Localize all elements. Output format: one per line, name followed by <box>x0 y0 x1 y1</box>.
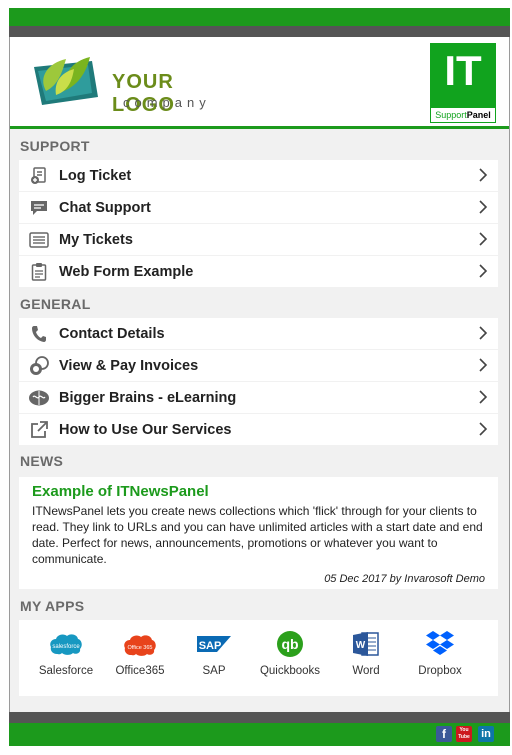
app-label: Salesforce <box>38 665 94 677</box>
external-link-icon <box>19 414 59 445</box>
menu-item-chat-support[interactable]: Chat Support <box>19 192 498 223</box>
svg-text:qb: qb <box>281 636 298 652</box>
quickbooks-icon: qb <box>273 630 307 658</box>
clipboard-icon <box>19 256 59 287</box>
news-meta: 05 Dec 2017 by Invarosoft Demo <box>324 573 485 585</box>
menu-item-label: View & Pay Invoices <box>59 357 199 374</box>
menu-item-how-to-use-services[interactable]: How to Use Our Services <box>19 414 498 445</box>
bottom-grey-bar <box>9 712 510 723</box>
logo-subtitle: company <box>123 95 211 110</box>
app-frame: YOUR LOGO company IT SupportPanel SUPPOR… <box>9 37 510 712</box>
facebook-glyph: f <box>442 727 446 741</box>
support-menu: Log Ticket Chat Support My Tickets Web F… <box>19 160 498 288</box>
svg-text:W: W <box>356 640 366 651</box>
menu-item-label: Bigger Brains - eLearning <box>59 389 237 406</box>
list-icon <box>19 224 59 255</box>
svg-text:Office 365: Office 365 <box>128 645 153 651</box>
menu-item-my-tickets[interactable]: My Tickets <box>19 224 498 255</box>
office365-icon: Office 365 <box>123 630 157 658</box>
chevron-right-icon <box>479 422 488 436</box>
app-dropbox[interactable]: Dropbox <box>405 630 475 677</box>
ticket-add-icon <box>19 160 59 191</box>
app-word[interactable]: W Word <box>331 630 401 677</box>
menu-item-web-form-example[interactable]: Web Form Example <box>19 256 498 287</box>
news-title[interactable]: Example of ITNewsPanel <box>32 483 485 500</box>
section-title-support: SUPPORT <box>20 138 90 154</box>
facebook-icon[interactable]: f <box>436 726 452 742</box>
section-title-my-apps: MY APPS <box>20 598 85 614</box>
news-card[interactable]: Example of ITNewsPanel ITNewsPanel lets … <box>19 477 498 589</box>
section-title-general: GENERAL <box>20 296 91 312</box>
chevron-right-icon <box>479 326 488 340</box>
menu-item-label: Contact Details <box>59 325 165 342</box>
app-office365[interactable]: Office 365 Office365 <box>105 630 175 677</box>
linkedin-glyph: in <box>481 728 491 740</box>
phone-icon <box>19 318 59 349</box>
chevron-right-icon <box>479 232 488 246</box>
app-label: Quickbooks <box>259 665 321 677</box>
footer-bar: f You Tube in <box>9 723 510 746</box>
youtube-glyph: You Tube <box>458 727 470 740</box>
app-label: Word <box>352 665 380 677</box>
badge-title: IT <box>444 47 482 94</box>
chevron-right-icon <box>479 200 488 214</box>
menu-item-label: How to Use Our Services <box>59 421 232 438</box>
youtube-icon[interactable]: You Tube <box>456 726 472 742</box>
chevron-right-icon <box>479 168 488 182</box>
top-green-bar <box>9 8 510 26</box>
svg-text:SAP: SAP <box>199 640 222 652</box>
menu-item-bigger-brains[interactable]: Bigger Brains - eLearning <box>19 382 498 413</box>
app-label: Office365 <box>115 665 165 677</box>
sap-icon: SAP <box>197 630 231 658</box>
header: YOUR LOGO company IT SupportPanel <box>10 37 509 129</box>
general-menu: Contact Details View & Pay Invoices Bigg… <box>19 318 498 446</box>
salesforce-icon: salesforce <box>49 630 83 658</box>
badge-footer-a: Support <box>435 110 467 120</box>
chevron-right-icon <box>479 264 488 278</box>
app-label: Dropbox <box>418 665 462 677</box>
badge-footer-b: Panel <box>466 110 491 120</box>
it-supportpanel-badge[interactable]: IT SupportPanel <box>430 43 496 123</box>
coins-icon <box>19 350 59 381</box>
section-title-news: NEWS <box>20 453 64 469</box>
brain-icon <box>19 382 59 413</box>
badge-footer: SupportPanel <box>430 107 496 123</box>
menu-item-contact-details[interactable]: Contact Details <box>19 318 498 349</box>
menu-item-label: Web Form Example <box>59 263 194 280</box>
top-grey-bar <box>9 26 510 37</box>
menu-item-view-pay-invoices[interactable]: View & Pay Invoices <box>19 350 498 381</box>
app-sap[interactable]: SAP SAP <box>179 630 249 677</box>
chat-icon <box>19 192 59 223</box>
company-logo[interactable]: YOUR LOGO company <box>28 51 228 116</box>
menu-item-log-ticket[interactable]: Log Ticket <box>19 160 498 191</box>
news-body: ITNewsPanel lets you create news collect… <box>32 504 483 566</box>
menu-item-label: My Tickets <box>59 231 133 248</box>
menu-item-label: Log Ticket <box>59 167 132 184</box>
linkedin-icon[interactable]: in <box>478 726 494 742</box>
chevron-right-icon <box>479 358 488 372</box>
leaf-logo-icon <box>34 57 98 105</box>
dropbox-icon <box>423 630 457 658</box>
svg-text:salesforce: salesforce <box>52 644 80 650</box>
menu-item-label: Chat Support <box>59 199 151 216</box>
word-icon: W <box>349 630 383 658</box>
apps-card: salesforce Salesforce Office 365 Office3… <box>19 620 498 696</box>
logo-title: YOUR LOGO <box>112 71 175 116</box>
app-salesforce[interactable]: salesforce Salesforce <box>31 630 101 677</box>
app-label: SAP <box>202 665 226 677</box>
app-quickbooks[interactable]: qb Quickbooks <box>255 630 325 677</box>
chevron-right-icon <box>479 390 488 404</box>
